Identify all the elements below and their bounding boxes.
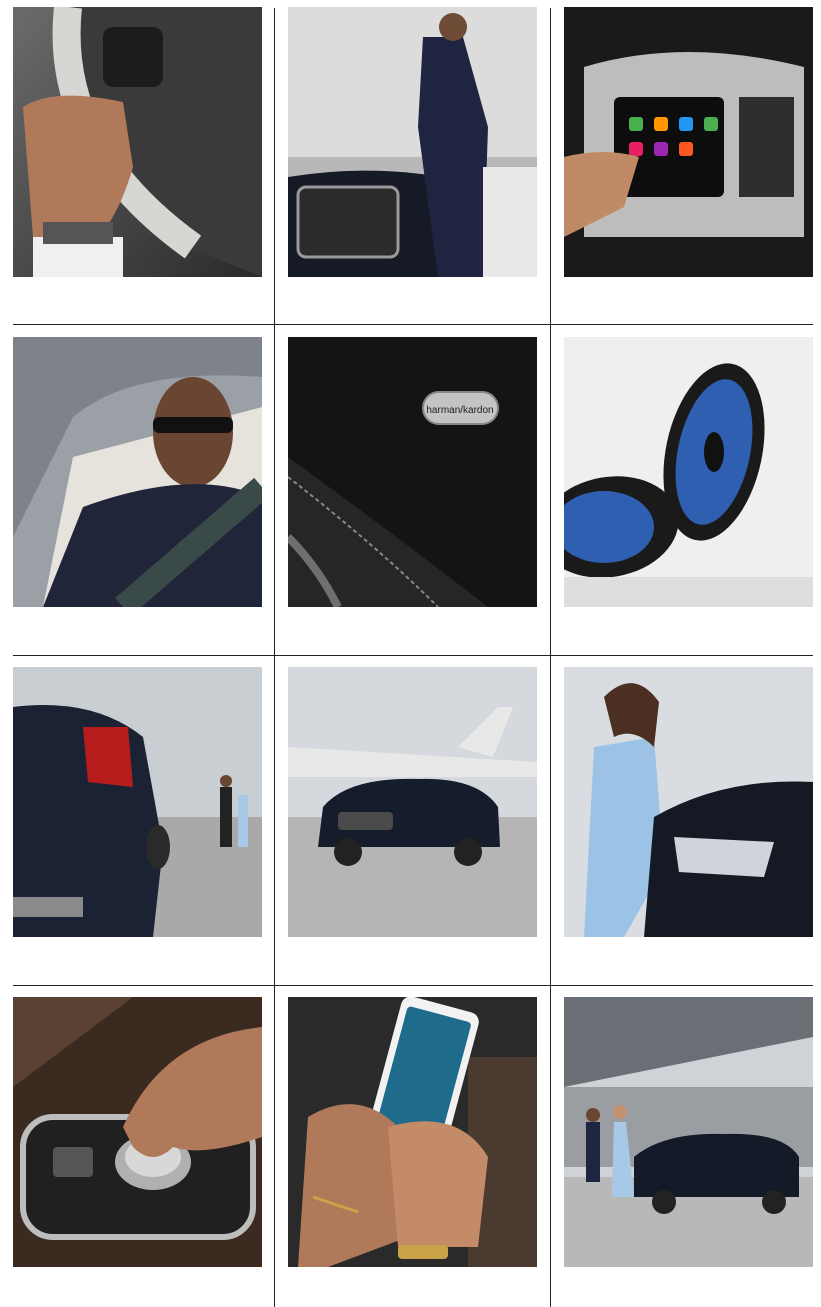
- row-divider-2: [13, 655, 813, 656]
- photo-blue-speakers: [564, 337, 813, 607]
- photo-touchscreen-display: [564, 7, 813, 277]
- column-divider-1: [274, 8, 275, 1307]
- badge-text: harman/kardon: [426, 405, 493, 416]
- photo-car-front-jet: [288, 667, 537, 937]
- column-divider-2: [550, 8, 551, 1307]
- row-divider-1: [13, 324, 813, 325]
- row-divider-3: [13, 985, 813, 986]
- photo-man-phone-car: [288, 7, 537, 277]
- photo-rotary-dial-hand: [13, 997, 262, 1267]
- photo-grid-page: harman/kardon: [0, 0, 821, 1307]
- photo-man-sunglasses-driving: [13, 337, 262, 607]
- photo-harman-kardon-badge: harman/kardon: [288, 337, 537, 607]
- photo-couple-walking-car: [564, 997, 813, 1267]
- photo-rear-car-couple: [13, 667, 262, 937]
- photo-steering-wheel-hand: [13, 7, 262, 277]
- photo-hands-smartphone: [288, 997, 537, 1267]
- photo-woman-car-headlight: [564, 667, 813, 937]
